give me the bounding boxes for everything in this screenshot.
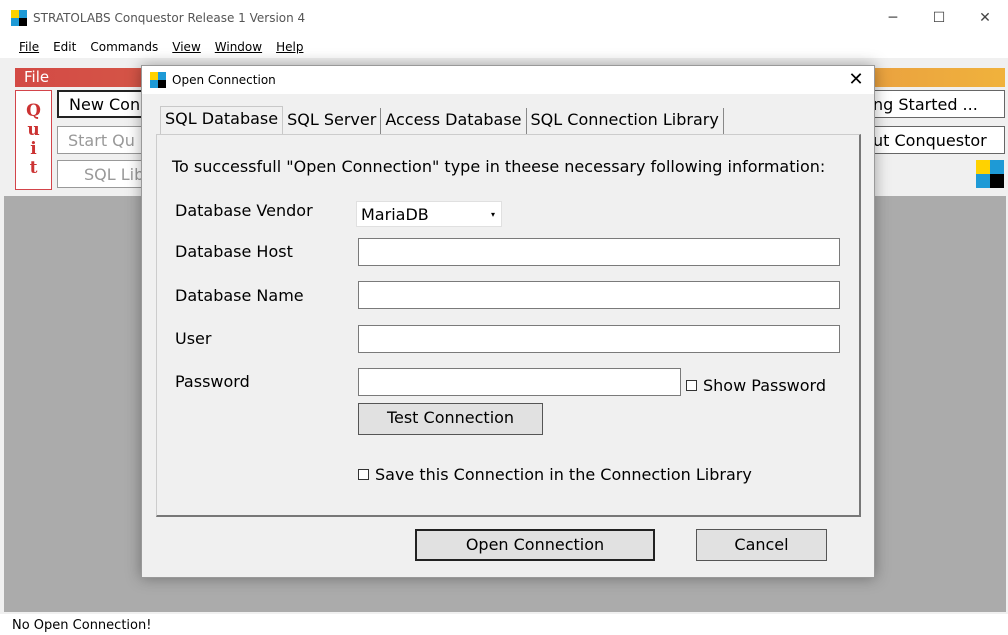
getting-started-button[interactable]: ng Started ...	[870, 90, 1005, 118]
password-label: Password	[175, 372, 250, 391]
host-input[interactable]	[358, 238, 840, 266]
app-window: STRATOLABS Conquestor Release 1 Version …	[0, 0, 1008, 635]
title-bar: STRATOLABS Conquestor Release 1 Version …	[0, 0, 1008, 36]
password-input[interactable]	[358, 368, 681, 396]
cancel-button[interactable]: Cancel	[696, 529, 827, 561]
new-connection-button[interactable]: New Conn	[57, 90, 147, 118]
host-label: Database Host	[175, 242, 293, 261]
vendor-value: MariaDB	[361, 205, 429, 224]
menu-help[interactable]: Help	[269, 40, 310, 54]
tab-sql-server[interactable]: SQL Server	[283, 108, 382, 134]
open-connection-dialog: Open Connection ✕ SQL Database SQL Serve…	[141, 65, 875, 578]
app-logo-icon	[11, 10, 27, 26]
dialog-logo-icon	[150, 72, 166, 88]
quit-button[interactable]: Q u i t	[15, 90, 52, 190]
menu-file[interactable]: File	[12, 40, 46, 54]
sql-database-panel: To successfull "Open Connection" type in…	[156, 134, 861, 517]
tab-access-database[interactable]: Access Database	[381, 108, 527, 134]
user-input[interactable]	[358, 325, 840, 353]
db-name-label: Database Name	[175, 286, 304, 305]
about-conquestor-button[interactable]: ut Conquestor	[870, 126, 1005, 154]
vendor-label: Database Vendor	[175, 201, 313, 220]
minimize-button[interactable]: ─	[870, 0, 916, 36]
vendor-select[interactable]: MariaDB ▾	[356, 201, 502, 227]
show-password-box[interactable]	[686, 380, 697, 391]
menu-edit[interactable]: Edit	[46, 40, 83, 54]
intro-text: To successfull "Open Connection" type in…	[172, 157, 826, 176]
save-connection-label: Save this Connection in the Connection L…	[375, 465, 752, 484]
menu-view[interactable]: View	[165, 40, 207, 54]
start-query-button[interactable]: Start Qu	[57, 126, 147, 154]
menu-bar: File Edit Commands View Window Help	[0, 36, 1008, 58]
user-label: User	[175, 329, 212, 348]
db-name-input[interactable]	[358, 281, 840, 309]
menu-window[interactable]: Window	[208, 40, 269, 54]
dialog-close-icon[interactable]: ✕	[846, 70, 866, 90]
save-connection-box[interactable]	[358, 469, 369, 480]
app-title: STRATOLABS Conquestor Release 1 Version …	[33, 11, 306, 25]
menu-commands[interactable]: Commands	[83, 40, 165, 54]
maximize-button[interactable]: ☐	[916, 0, 962, 36]
sql-library-button[interactable]: SQL Lib	[57, 160, 147, 188]
connection-tabs: SQL Database SQL Server Access Database …	[160, 106, 724, 134]
open-connection-button[interactable]: Open Connection	[415, 529, 655, 561]
tab-sql-connection-library[interactable]: SQL Connection Library	[527, 108, 724, 134]
status-bar: No Open Connection!	[0, 614, 1008, 635]
close-window-button[interactable]: ✕	[962, 0, 1008, 36]
dialog-title: Open Connection	[172, 73, 276, 87]
test-connection-button[interactable]: Test Connection	[358, 403, 543, 435]
stratolabs-logo-icon	[976, 160, 1004, 188]
show-password-label: Show Password	[703, 376, 826, 395]
dropdown-arrow-icon: ▾	[490, 210, 495, 219]
show-password-checkbox[interactable]: Show Password	[686, 376, 826, 395]
save-connection-checkbox[interactable]: Save this Connection in the Connection L…	[358, 465, 752, 484]
tab-sql-database[interactable]: SQL Database	[160, 106, 284, 134]
dialog-title-bar: Open Connection ✕	[142, 66, 874, 94]
